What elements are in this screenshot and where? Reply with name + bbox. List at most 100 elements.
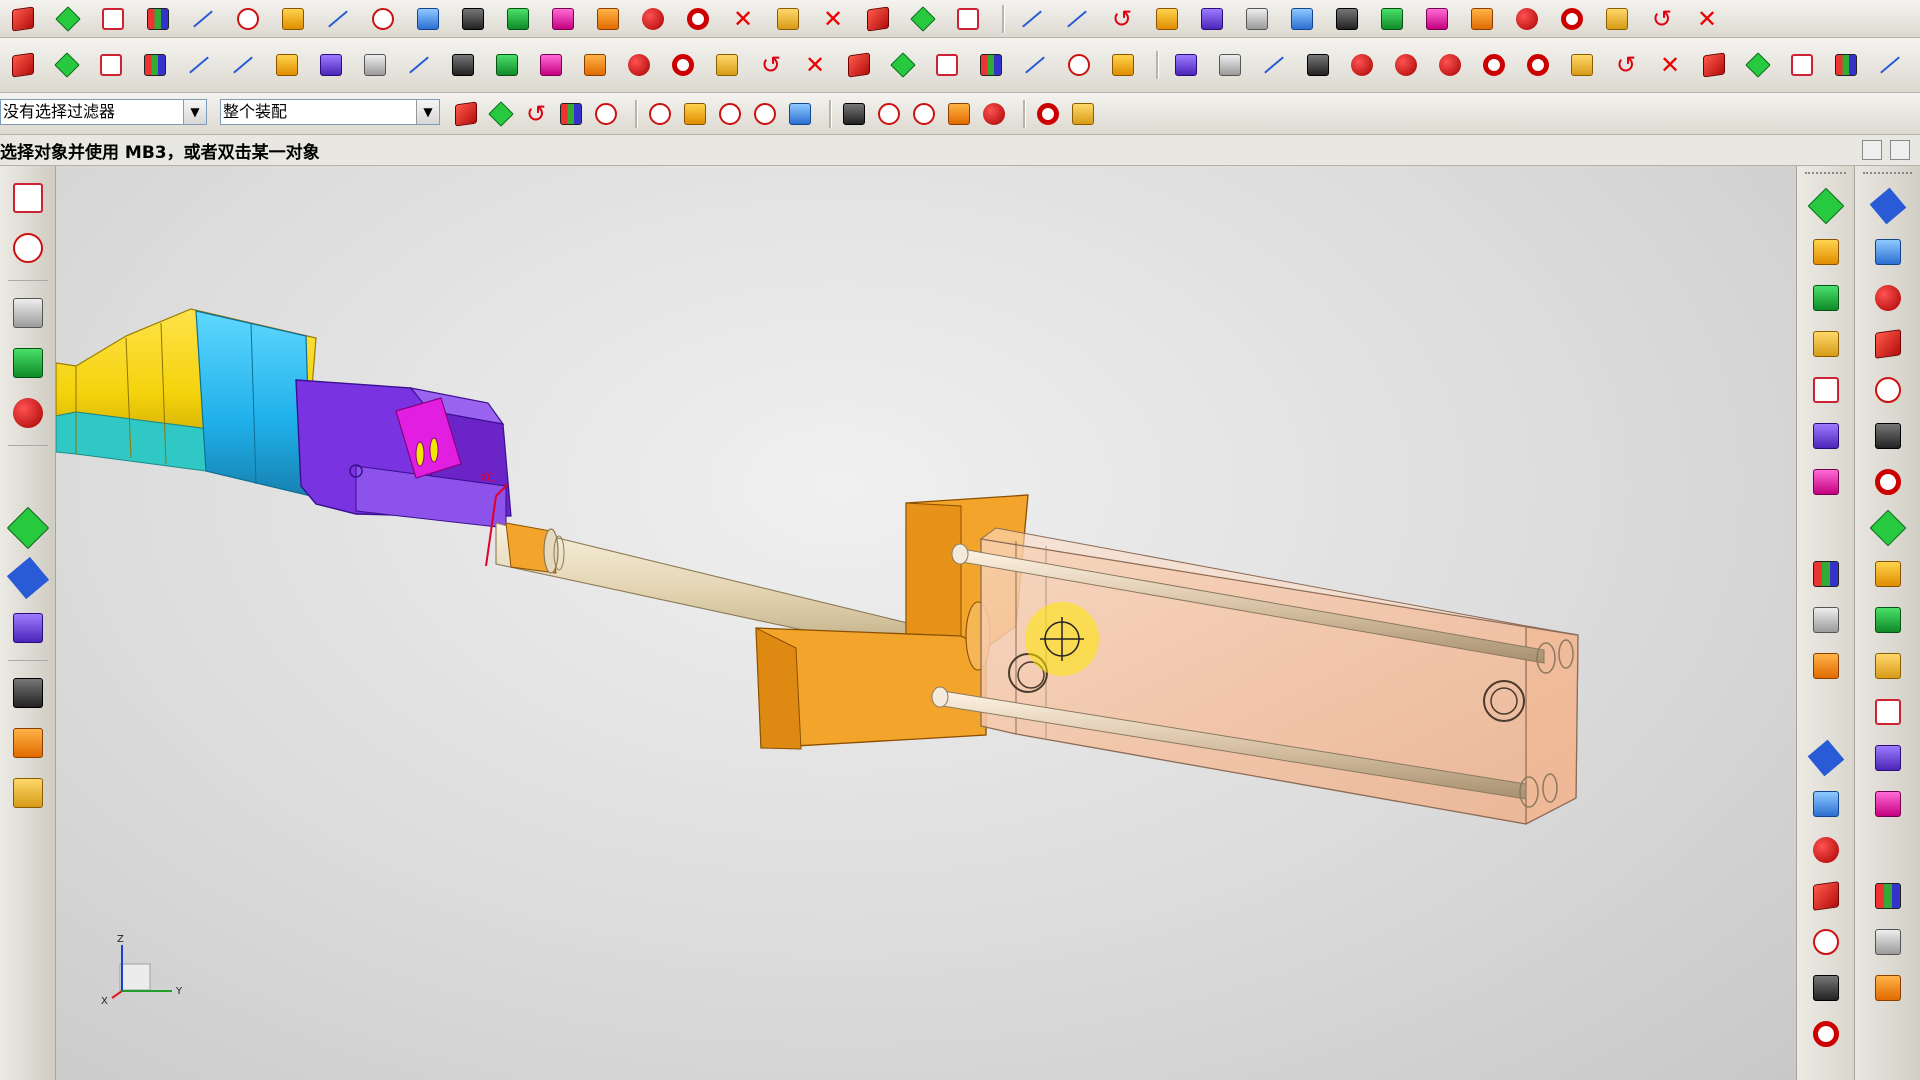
spring-button[interactable] [1104,43,1142,87]
sub-insert-button[interactable] [1868,738,1908,778]
trim-region-button[interactable] [1868,554,1908,594]
draft-button[interactable] [1060,43,1098,87]
view-manager-button[interactable] [1868,830,1908,870]
wizard-button[interactable] [1868,600,1908,640]
cavity-layout-button[interactable] [1868,370,1908,410]
snap-on-curve-button[interactable] [980,98,1008,130]
maximize-icon[interactable] [1890,140,1910,160]
pattern-2-button[interactable] [1238,3,1276,35]
cut-button[interactable] [1598,3,1636,35]
layout-button[interactable] [274,3,312,35]
sphere-button[interactable] [1016,43,1054,87]
ejector-pin-button[interactable] [1806,508,1846,548]
layer-button[interactable] [499,3,537,35]
gate-button[interactable] [1806,600,1846,640]
insert-button[interactable] [1806,784,1846,824]
type-filter-select[interactable]: 没有选择过滤器 ▼ [0,99,207,125]
datum-plane-button[interactable] [139,3,177,35]
resource-tab-system-materials[interactable] [6,506,50,550]
bolt-insert-button[interactable] [1868,784,1908,824]
component-list-button[interactable] [1868,968,1908,1008]
slash-button[interactable] [1255,43,1293,87]
resource-tab-internet-explorer[interactable] [10,345,46,381]
draw-line-button[interactable] [1013,3,1051,35]
resource-tab-assembly-navigator[interactable] [10,180,46,216]
offset-button[interactable] [884,43,922,87]
red-disc-button[interactable] [1431,43,1469,87]
pin-button[interactable] [1783,43,1821,87]
bolt-button[interactable] [1563,43,1601,87]
mold-design-validation-button[interactable] [1868,692,1908,732]
half-sphere-button[interactable] [1387,43,1425,87]
snap-existing-button[interactable] [945,98,973,130]
nozzle-body[interactable] [56,308,317,497]
resource-tab-history[interactable] [10,460,46,496]
more-button[interactable]: ✕ [1688,3,1726,35]
render-button[interactable] [1069,98,1097,130]
snap-midpoint-button[interactable] [751,98,779,130]
sketch-tool-button[interactable] [1868,922,1908,962]
graphics-window[interactable]: XC Z Y X [56,166,1796,1080]
ladder-button[interactable] [1167,43,1205,87]
chevron-down-icon[interactable]: ▼ [183,100,206,124]
red-sphere-button[interactable] [1343,43,1381,87]
pocket-button[interactable] [928,43,966,87]
replace-component-button[interactable] [1806,324,1846,364]
undo-select-button[interactable]: ↺ [522,98,550,130]
stack-button[interactable] [1695,43,1733,87]
color-palette-button[interactable] [229,3,267,35]
mate-component-button[interactable] [1806,416,1846,456]
stretch-button[interactable] [1328,3,1366,35]
surface-patch-button[interactable] [1868,508,1908,548]
copy-button[interactable] [904,3,942,35]
resource-tab-reuse-library[interactable] [10,295,46,331]
rail-button[interactable] [1827,43,1865,87]
workpiece-button[interactable] [1868,324,1908,364]
lifter-button[interactable] [1806,738,1846,778]
block-button[interactable] [94,3,132,35]
overflow-button[interactable] [1871,43,1909,87]
snap-arc-button[interactable] [646,98,674,130]
snap-control-button[interactable] [786,98,814,130]
runner-button[interactable] [1806,554,1846,594]
undo-button[interactable]: ↺ [1643,3,1681,35]
tool-check-button[interactable] [1868,646,1908,686]
chevron-down-icon[interactable]: ▼ [416,100,439,124]
pattern-button[interactable] [1193,3,1231,35]
fit-button[interactable] [1148,3,1186,35]
trim-button[interactable]: ↺ [752,43,790,87]
angle-button[interactable] [589,3,627,35]
snap-intersect-button[interactable] [840,98,868,130]
shrinkage-button[interactable] [1868,278,1908,318]
resource-tab-hd3d[interactable] [10,610,46,646]
general-select-button[interactable] [487,98,515,130]
bill-button[interactable] [1806,968,1846,1008]
face-button[interactable] [268,43,306,87]
dimension-button[interactable] [1211,43,1249,87]
drawing-button[interactable] [1806,1014,1846,1054]
select-all-button[interactable] [452,98,480,130]
snap-button[interactable] [634,3,672,35]
orient-button[interactable] [1418,3,1456,35]
point-button[interactable] [364,3,402,35]
chamfer-button[interactable] [532,43,570,87]
new-part-button[interactable] [4,3,42,35]
toolbar-grip[interactable] [1863,172,1912,180]
cone-button[interactable] [92,43,130,87]
boolean-button[interactable] [708,43,746,87]
parting-button[interactable] [1868,416,1908,456]
surface-button[interactable] [48,43,86,87]
feature-button[interactable] [859,3,897,35]
assembly-button[interactable] [184,3,222,35]
text-button[interactable] [444,43,482,87]
add-component-button[interactable] [1806,186,1846,226]
preview-button[interactable] [557,98,585,130]
resource-tab-roles[interactable] [10,675,46,711]
book-button[interactable] [356,43,394,87]
wcs-button[interactable] [1463,3,1501,35]
grid-2-button[interactable] [1553,3,1591,35]
delete-files-button[interactable] [1868,876,1908,916]
snap-quadrant-button[interactable] [910,98,938,130]
selection-scope-select[interactable]: 整个装配 ▼ [220,99,440,125]
block-solid-button[interactable] [180,43,218,87]
